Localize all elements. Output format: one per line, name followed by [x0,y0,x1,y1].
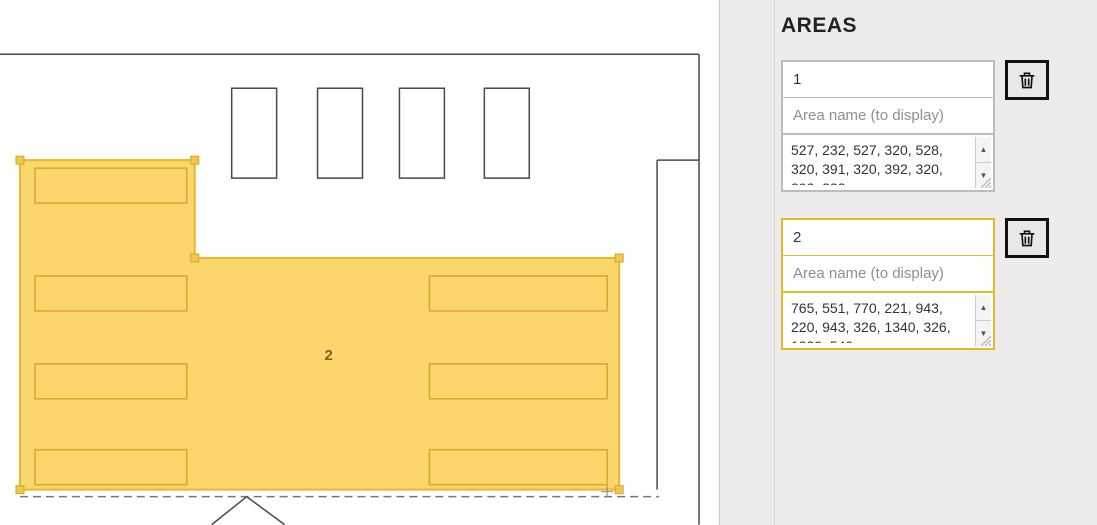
areas-panel: AREAS ▲ ▼ [775,0,1097,525]
area-coords-input[interactable] [783,293,993,343]
area-coords-wrap: ▲ ▼ [781,291,995,350]
area-fields: ▲ ▼ [781,218,995,350]
area-id-input[interactable] [781,60,995,97]
spinner-up[interactable]: ▲ [976,137,991,162]
delete-area-button[interactable] [1005,218,1049,258]
area-label: 2 [325,347,333,364]
app-root: 2 AREAS ▲ ▼ [0,0,1097,525]
trash-icon [1017,69,1037,91]
spinner-up[interactable]: ▲ [976,295,991,320]
area-name-input[interactable] [781,255,995,291]
resize-grip[interactable] [981,336,991,346]
floorplan-canvas[interactable]: 2 [0,0,720,525]
delete-area-button[interactable] [1005,60,1049,100]
area-name-input[interactable] [781,97,995,133]
area-coords-input[interactable] [783,135,993,185]
area-block: ▲ ▼ [781,60,1083,192]
panel-gutter [720,0,775,525]
floorplan-svg: 2 [0,0,719,525]
area-coords-wrap: ▲ ▼ [781,133,995,192]
resize-grip[interactable] [981,178,991,188]
area-fields: ▲ ▼ [781,60,995,192]
area-block: ▲ ▼ [781,218,1083,350]
panel-title: AREAS [781,14,1083,38]
area-id-input[interactable] [781,218,995,255]
trash-icon [1017,227,1037,249]
area-polygon-2[interactable] [20,160,619,490]
